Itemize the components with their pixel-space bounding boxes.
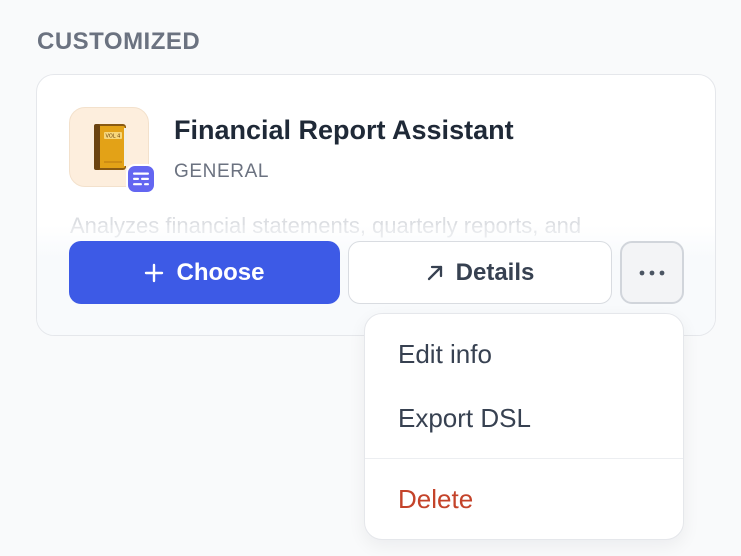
arrow-up-right-icon <box>426 264 444 282</box>
more-button[interactable] <box>620 241 684 304</box>
svg-text:VOL 4: VOL 4 <box>106 134 121 140</box>
details-button[interactable]: Details <box>348 241 612 304</box>
choose-button-label: Choose <box>176 258 265 286</box>
details-button-label: Details <box>455 258 535 286</box>
menu-item-delete[interactable]: Delete <box>398 484 473 515</box>
choose-button[interactable]: Choose <box>69 241 340 304</box>
workflow-badge <box>126 164 156 194</box>
book-icon: VOL 4 <box>94 124 127 170</box>
more-horizontal-icon <box>639 270 665 275</box>
section-title: CUSTOMIZED <box>37 28 201 55</box>
menu-item-edit-info[interactable]: Edit info <box>398 339 492 370</box>
app-title: Financial Report Assistant <box>174 115 514 145</box>
workflow-icon <box>133 172 149 186</box>
page: CUSTOMIZED VOL 4 Financial Report Assist… <box>0 0 741 556</box>
menu-divider <box>365 458 683 459</box>
more-menu: Edit info Export DSL Delete <box>364 313 684 540</box>
plus-icon <box>144 263 164 283</box>
menu-item-export-dsl[interactable]: Export DSL <box>398 403 531 434</box>
app-category: GENERAL <box>174 161 270 182</box>
